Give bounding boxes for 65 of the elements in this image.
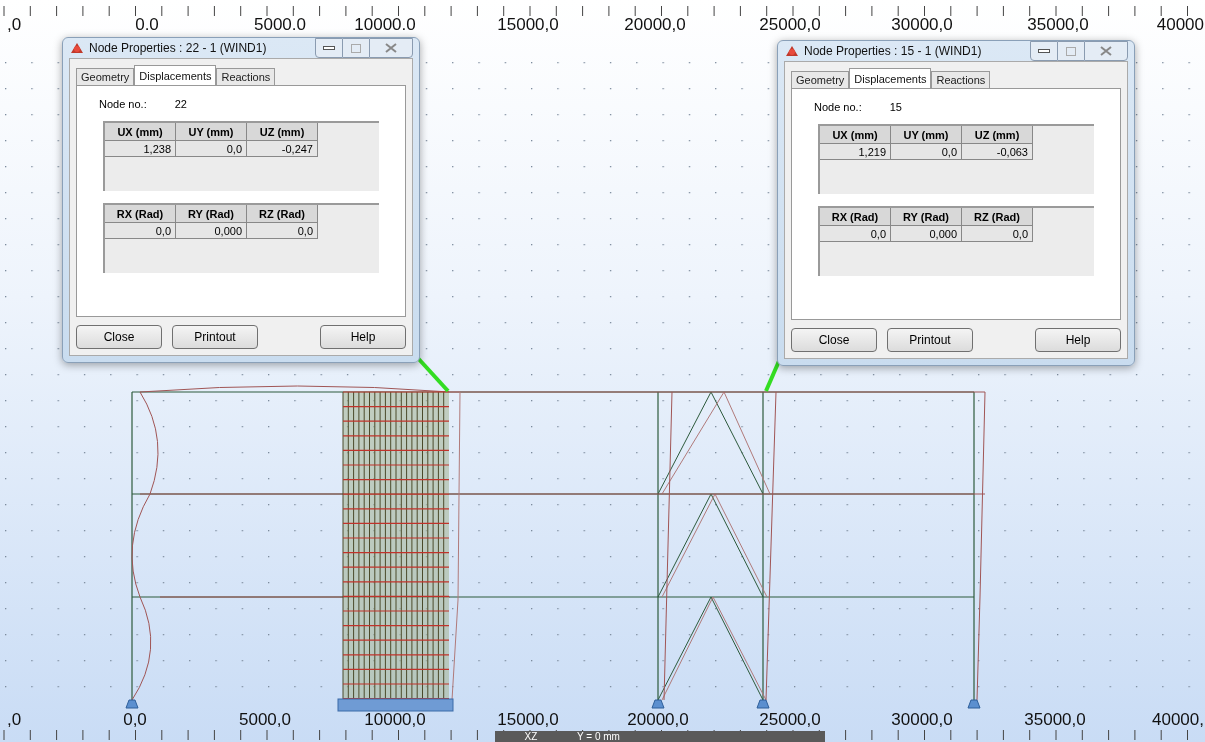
maximize-icon xyxy=(1066,46,1076,56)
leader-line xyxy=(764,360,781,392)
ruler-label: 10000.0 xyxy=(354,15,416,34)
column-header: RZ (Rad) xyxy=(962,207,1033,226)
ruler-label: 35000,0 xyxy=(1024,710,1086,729)
dialog-button[interactable]: Help xyxy=(1035,328,1121,352)
plane-label[interactable]: XZ xyxy=(495,731,567,742)
close-button[interactable] xyxy=(1084,41,1128,61)
tab[interactable]: Reactions xyxy=(216,68,276,86)
ruler-label: ,0 xyxy=(6,710,22,729)
column-header: UY (mm) xyxy=(891,125,962,144)
app-icon xyxy=(69,41,85,55)
column-header: RZ (Rad) xyxy=(247,204,318,223)
node-number: 22 xyxy=(174,97,187,112)
tab[interactable]: Geometry xyxy=(791,71,850,89)
dialog-button[interactable]: Printout xyxy=(887,328,973,352)
column-header: UZ (mm) xyxy=(962,125,1033,144)
ruler-label: 5000.0 xyxy=(254,15,306,34)
ruler-label: 15000,0 xyxy=(497,710,559,729)
ruler-label: 0.0 xyxy=(135,15,159,34)
ruler-label: 40000 xyxy=(1156,15,1204,34)
tab[interactable]: Displacements xyxy=(134,65,217,86)
ruler-label: 25000,0 xyxy=(759,15,821,34)
node-label: Node no.: xyxy=(99,97,147,112)
node-number: 15 xyxy=(889,100,902,115)
column-header: UX (mm) xyxy=(105,122,176,141)
window-title: Node Properties : 15 - 1 (WIND1) xyxy=(804,43,982,60)
column-header: RY (Rad) xyxy=(176,204,247,223)
minimize-icon xyxy=(1038,49,1050,53)
ruler-label: 20000,0 xyxy=(624,15,686,34)
close-button[interactable] xyxy=(369,38,413,58)
ruler-label: 20000,0 xyxy=(627,710,689,729)
minimize-button[interactable] xyxy=(1030,41,1058,61)
tab[interactable]: Geometry xyxy=(76,68,135,86)
minimize-icon xyxy=(323,46,335,50)
column-header: RX (Rad) xyxy=(105,204,176,223)
ruler-label: 5000,0 xyxy=(239,710,291,729)
minimize-button[interactable] xyxy=(315,38,343,58)
ruler-label: 25000,0 xyxy=(759,710,821,729)
node-label: Node no.: xyxy=(814,100,862,115)
column-header: UX (mm) xyxy=(820,125,891,144)
column-header: RY (Rad) xyxy=(891,207,962,226)
window-title: Node Properties : 22 - 1 (WIND1) xyxy=(89,40,267,57)
close-icon xyxy=(1100,46,1112,56)
tab[interactable]: Reactions xyxy=(931,71,991,89)
ruler-label: 35000,0 xyxy=(1027,15,1089,34)
ruler-label: 10000,0 xyxy=(364,710,426,729)
close-icon xyxy=(385,43,397,53)
dialog-button[interactable]: Printout xyxy=(172,325,258,349)
position-label: Y = 0 mm xyxy=(576,731,620,742)
column-header: UY (mm) xyxy=(176,122,247,141)
app-icon xyxy=(784,44,800,58)
ruler-label: 15000,0 xyxy=(497,15,559,34)
ruler-label: 0,0 xyxy=(123,710,147,729)
column-header: RX (Rad) xyxy=(820,207,891,226)
column-header: UZ (mm) xyxy=(247,122,318,141)
ruler-label: 30000,0 xyxy=(891,15,953,34)
dialog-button[interactable]: Help xyxy=(320,325,406,349)
dialog-button[interactable]: Close xyxy=(76,325,162,349)
tab[interactable]: Displacements xyxy=(849,68,932,89)
ruler-label: ,0 xyxy=(6,15,22,34)
ruler-label: 40000, xyxy=(1152,710,1204,729)
maximize-icon xyxy=(351,43,361,53)
dialog-button[interactable]: Close xyxy=(791,328,877,352)
ruler-label: 30000,0 xyxy=(891,710,953,729)
